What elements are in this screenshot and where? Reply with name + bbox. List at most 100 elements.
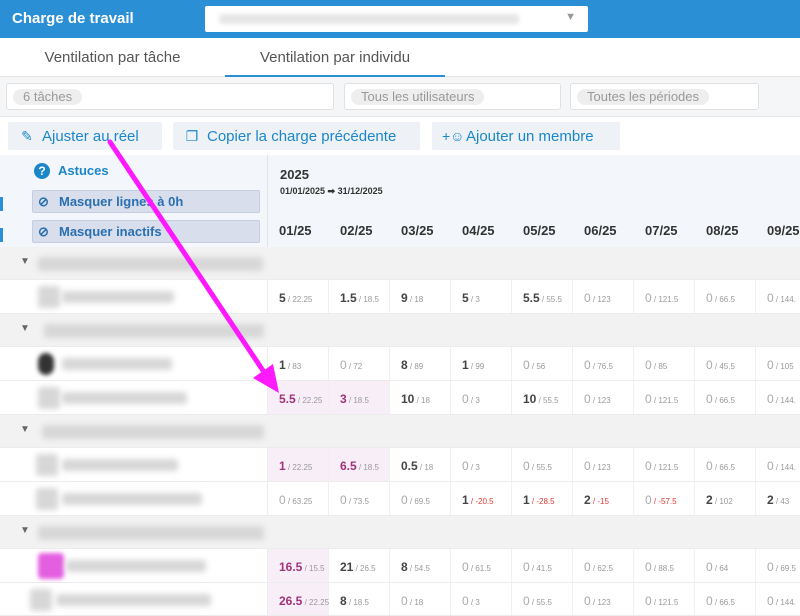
month-cell[interactable]: 9 / 18: [390, 280, 451, 313]
project-select[interactable]: ▼: [205, 6, 588, 32]
month-cell[interactable]: 0 / 73.5: [329, 482, 390, 515]
month-cell[interactable]: 1 / 83: [268, 347, 329, 380]
month-cell[interactable]: 0 / 121.5: [634, 381, 695, 414]
month-cell[interactable]: 5.5 / 22.25: [268, 381, 329, 414]
hide-zero-rows-toggle[interactable]: ⊘ Masquer lignes à 0h: [32, 190, 260, 213]
add-member-button[interactable]: +☺ Ajouter un membre: [432, 122, 620, 150]
month-cell[interactable]: 8 / 18.5: [329, 583, 390, 615]
month-cell[interactable]: 0 / 123: [573, 381, 634, 414]
period-filter[interactable]: Toutes les périodes: [570, 83, 759, 110]
month-cell[interactable]: 1.5 / 18.5: [329, 280, 390, 313]
month-cell[interactable]: 0 / 3: [451, 583, 512, 615]
group-row[interactable]: ▼: [0, 247, 800, 280]
month-cell[interactable]: 0 / 88.5: [634, 549, 695, 582]
group-name: [38, 257, 263, 271]
month-cell[interactable]: 1 / -28.5: [512, 482, 573, 515]
month-cell[interactable]: 0 / -57.5: [634, 482, 695, 515]
month-cell[interactable]: 0 / 121.5: [634, 280, 695, 313]
caret-down-icon[interactable]: ▼: [20, 424, 30, 435]
month-cell[interactable]: 6.5 / 18.5: [329, 448, 390, 481]
month-cell[interactable]: 0 / 3: [451, 448, 512, 481]
month-cell[interactable]: 0 / 123: [573, 448, 634, 481]
month-cell[interactable]: 0 / 144.: [756, 583, 800, 615]
year-label: 2025: [280, 167, 309, 182]
month-cell[interactable]: 0 / 45.5: [695, 347, 756, 380]
month-cell[interactable]: 0 / 62.5: [573, 549, 634, 582]
tab-by-individual[interactable]: Ventilation par individu: [225, 38, 445, 77]
hints-link[interactable]: ? Astuces: [34, 163, 109, 179]
capacity-value: / 55.5: [529, 463, 552, 472]
month-cell[interactable]: 21 / 26.5: [329, 549, 390, 582]
tab-by-task[interactable]: Ventilation par tâche: [0, 38, 225, 77]
assigned-value: 0: [767, 560, 774, 574]
month-cell[interactable]: 0 / 66.5: [695, 448, 756, 481]
month-cell[interactable]: 0 / 121.5: [634, 583, 695, 615]
month-cell[interactable]: 1 / 22.25: [268, 448, 329, 481]
month-cell[interactable]: 0 / 66.5: [695, 583, 756, 615]
month-cell[interactable]: 0 / 61.5: [451, 549, 512, 582]
month-cell[interactable]: 0 / 76.5: [573, 347, 634, 380]
month-cell[interactable]: 0 / 69.5: [756, 549, 800, 582]
capacity-value: / 18.5: [346, 396, 369, 405]
copy-previous-load-button[interactable]: ❐ Copier la charge précédente: [173, 122, 420, 150]
task-filter-chip[interactable]: 6 tâches: [13, 89, 83, 105]
month-cell[interactable]: 0 / 121.5: [634, 448, 695, 481]
group-row[interactable]: ▼: [0, 314, 800, 347]
task-filter[interactable]: 6 tâches: [6, 83, 334, 110]
hide-inactive-label: Masquer inactifs: [59, 224, 162, 239]
month-cell[interactable]: 0 / 69.5: [390, 482, 451, 515]
month-cell[interactable]: 0 / 105: [756, 347, 800, 380]
month-cell[interactable]: 0 / 123: [573, 583, 634, 615]
capacity-value: / 3: [468, 463, 480, 472]
month-cell[interactable]: 2 / 102: [695, 482, 756, 515]
period-filter-chip[interactable]: Toutes les périodes: [577, 89, 710, 105]
caret-down-icon[interactable]: ▼: [20, 525, 30, 536]
month-cell[interactable]: 0 / 144.: [756, 448, 800, 481]
member-cell: [0, 381, 268, 414]
group-row[interactable]: ▼: [0, 415, 800, 448]
month-cell[interactable]: 10 / 55.5: [512, 381, 573, 414]
month-cell[interactable]: 26.5 / 22.25: [268, 583, 329, 615]
month-cell[interactable]: 5.5 / 55.5: [512, 280, 573, 313]
assigned-value: 0: [645, 560, 652, 574]
month-cell[interactable]: 0 / 56: [512, 347, 573, 380]
capacity-value: / 89: [407, 362, 424, 371]
month-cell[interactable]: 1 / 99: [451, 347, 512, 380]
capacity-value: / -20.5: [468, 497, 494, 506]
adjust-to-actual-button[interactable]: ✎ Ajuster au réel: [8, 122, 162, 150]
month-cell[interactable]: 3 / 18.5: [329, 381, 390, 414]
month-cell[interactable]: 1 / -20.5: [451, 482, 512, 515]
month-cell[interactable]: 0 / 18: [390, 583, 451, 615]
month-cell[interactable]: 0 / 66.5: [695, 280, 756, 313]
month-cell[interactable]: 0 / 3: [451, 381, 512, 414]
user-filter-chip[interactable]: Tous les utilisateurs: [351, 89, 485, 105]
month-cell[interactable]: 5 / 22.25: [268, 280, 329, 313]
month-cell[interactable]: 0 / 144.: [756, 280, 800, 313]
month-cell[interactable]: 5 / 3: [451, 280, 512, 313]
month-cell[interactable]: 0 / 41.5: [512, 549, 573, 582]
hide-inactive-toggle[interactable]: ⊘ Masquer inactifs: [32, 220, 260, 243]
group-name: [42, 425, 264, 439]
month-cell[interactable]: 8 / 89: [390, 347, 451, 380]
month-cell[interactable]: 0 / 123: [573, 280, 634, 313]
month-cell[interactable]: 2 / -15: [573, 482, 634, 515]
month-cell[interactable]: 0 / 55.5: [512, 583, 573, 615]
month-cell[interactable]: 0.5 / 18: [390, 448, 451, 481]
month-cell[interactable]: 0 / 55.5: [512, 448, 573, 481]
month-cell[interactable]: 0 / 63.25: [268, 482, 329, 515]
group-row[interactable]: ▼: [0, 516, 800, 549]
month-cell[interactable]: 0 / 66.5: [695, 381, 756, 414]
caret-down-icon[interactable]: ▼: [20, 323, 30, 334]
month-cell[interactable]: 0 / 64: [695, 549, 756, 582]
month-cell[interactable]: 0 / 72: [329, 347, 390, 380]
month-cell[interactable]: 16.5 / 15.5: [268, 549, 329, 582]
caret-down-icon[interactable]: ▼: [20, 256, 30, 267]
assigned-value: 0: [523, 560, 530, 574]
month-cell[interactable]: 8 / 54.5: [390, 549, 451, 582]
month-cell[interactable]: 10 / 18: [390, 381, 451, 414]
month-cell[interactable]: 0 / 144.: [756, 381, 800, 414]
chevron-down-icon[interactable]: ▼: [565, 11, 576, 23]
month-cell[interactable]: 0 / 85: [634, 347, 695, 380]
user-filter[interactable]: Tous les utilisateurs: [344, 83, 561, 110]
month-cell[interactable]: 2 / 43: [756, 482, 800, 515]
